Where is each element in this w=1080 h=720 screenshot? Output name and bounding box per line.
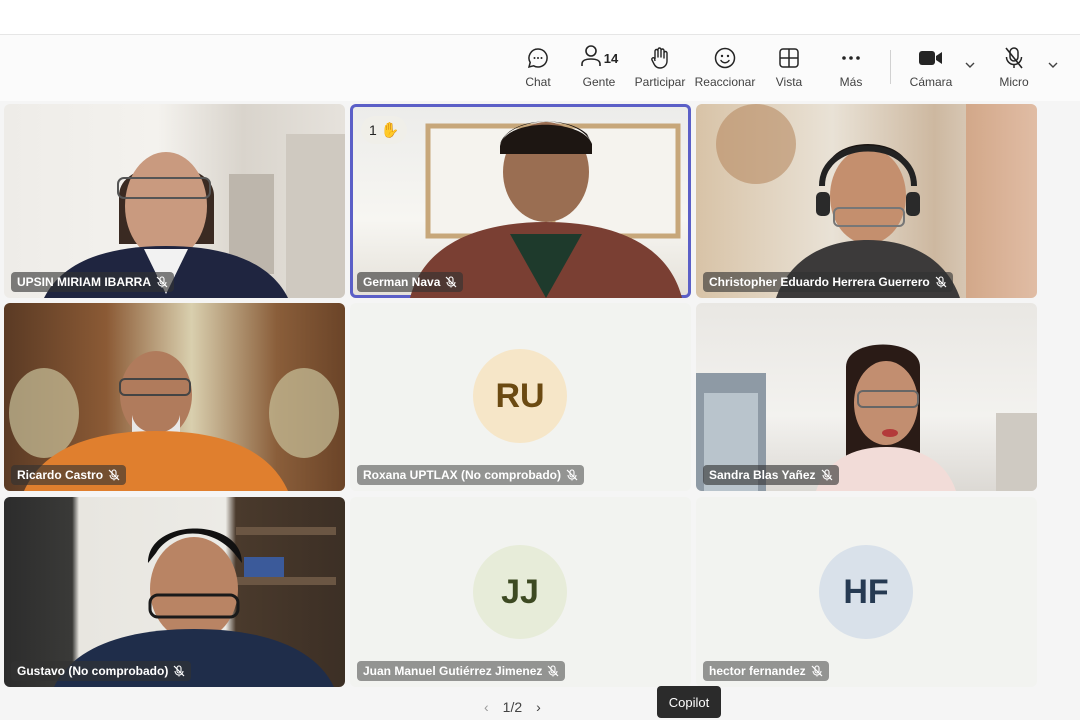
participant-tile[interactable]: Ricardo Castro — [4, 303, 345, 491]
next-page-icon[interactable]: › — [536, 699, 541, 715]
participant-name: Sandra Blas Yañez — [709, 468, 816, 482]
participant-avatar: RU — [473, 349, 567, 443]
more-button[interactable]: Más — [820, 45, 882, 97]
mic-label: Micro — [999, 75, 1029, 89]
react-label: Reaccionar — [694, 75, 756, 89]
participant-name: Christopher Eduardo Herrera Guerrero — [709, 275, 930, 289]
chat-button[interactable]: Chat — [507, 45, 569, 97]
participant-tile[interactable]: UPSIN MIRIAM IBARRA — [4, 104, 345, 298]
raised-hand-badge: 1 ✋ — [361, 116, 408, 144]
raise-hand-button[interactable]: Participar — [629, 45, 691, 97]
participant-name: Juan Manuel Gutiérrez Jimenez — [363, 664, 543, 678]
hand-icon — [649, 45, 671, 71]
people-label: Gente — [582, 75, 616, 89]
hand-count: 1 — [369, 122, 377, 138]
participant-tile[interactable]: Sandra Blas Yañez — [696, 303, 1037, 491]
gallery-pager: ‹ 1/2 › — [484, 699, 541, 715]
chat-label: Chat — [525, 75, 551, 89]
mic-options-chevron-icon[interactable] — [1046, 58, 1060, 72]
raise-hand-label: Participar — [634, 75, 686, 89]
participant-name: hector fernandez — [709, 664, 806, 678]
mic-muted-icon — [547, 665, 559, 677]
chat-icon — [526, 45, 550, 71]
camera-icon — [918, 45, 944, 71]
participant-video — [696, 344, 1037, 491]
mic-muted-icon — [108, 469, 120, 481]
mic-button[interactable]: Micro — [983, 45, 1045, 97]
participant-tile[interactable]: JJ Juan Manuel Gutiérrez Jimenez — [350, 497, 691, 687]
participant-avatar: HF — [819, 545, 913, 639]
participant-name: Gustavo (No comprobado) — [17, 664, 169, 678]
mic-muted-icon — [566, 469, 578, 481]
mic-muted-icon — [156, 276, 168, 288]
participant-name-tag: Gustavo (No comprobado) — [11, 661, 192, 681]
participant-avatar: JJ — [473, 545, 567, 639]
mic-muted-icon — [811, 665, 823, 677]
grid-view-icon — [778, 45, 800, 71]
people-button[interactable]: 14 Gente — [568, 44, 630, 97]
participant-name: Roxana UPTLAX (No comprobado) — [363, 468, 562, 482]
view-label: Vista — [775, 75, 803, 89]
participant-video — [716, 104, 1037, 298]
people-icon — [580, 44, 602, 73]
participant-name-tag: Juan Manuel Gutiérrez Jimenez — [357, 661, 566, 681]
participant-name-tag: Christopher Eduardo Herrera Guerrero — [703, 272, 953, 292]
page-indicator: 1/2 — [502, 699, 523, 715]
participant-video — [44, 134, 345, 298]
toolbar-divider — [890, 50, 891, 84]
mic-muted-icon — [445, 276, 457, 288]
participant-tile[interactable]: RU Roxana UPTLAX (No comprobado) — [350, 303, 691, 491]
participant-name-tag: Sandra Blas Yañez — [703, 465, 839, 485]
participant-name-tag: UPSIN MIRIAM IBARRA — [11, 272, 174, 292]
participant-name: UPSIN MIRIAM IBARRA — [17, 275, 151, 289]
camera-label: Cámara — [909, 75, 953, 89]
smiley-icon — [713, 45, 737, 71]
participant-video — [9, 351, 339, 491]
participant-name: Ricardo Castro — [17, 468, 104, 482]
participant-video — [54, 527, 336, 687]
people-count: 14 — [603, 50, 619, 66]
raised-hand-icon: ✋ — [380, 122, 400, 139]
participant-name-tag: Roxana UPTLAX (No comprobado) — [357, 465, 585, 485]
participant-name-tag: Ricardo Castro — [11, 465, 127, 485]
participant-tile[interactable]: Christopher Eduardo Herrera Guerrero — [696, 104, 1037, 298]
mic-off-icon — [1003, 45, 1025, 71]
mic-muted-icon — [821, 469, 832, 481]
view-button[interactable]: Vista — [758, 45, 820, 97]
camera-options-chevron-icon[interactable] — [963, 58, 977, 72]
ellipsis-icon — [840, 45, 862, 71]
meeting-toolbar: Chat 14 Gente Participar Reaccionar Vist… — [0, 35, 1080, 126]
participant-tile[interactable]: Gustavo (No comprobado) — [4, 497, 345, 687]
title-bar-area — [0, 0, 1080, 34]
participant-name-tag: hector fernandez — [703, 661, 829, 681]
mic-muted-icon — [173, 665, 185, 677]
participant-tile-active-speaker[interactable]: 1 ✋ German Nava — [350, 104, 691, 298]
previous-page-icon[interactable]: ‹ — [484, 699, 489, 715]
more-label: Más — [839, 75, 863, 89]
participant-name-tag: German Nava — [357, 272, 464, 292]
participant-name: German Nava — [363, 275, 441, 289]
camera-button[interactable]: Cámara — [900, 45, 962, 97]
copilot-tooltip: Copilot — [657, 686, 721, 718]
react-button[interactable]: Reaccionar — [694, 45, 756, 97]
participant-tile[interactable]: HF hector fernandez — [696, 497, 1037, 687]
mic-muted-icon — [935, 276, 947, 288]
